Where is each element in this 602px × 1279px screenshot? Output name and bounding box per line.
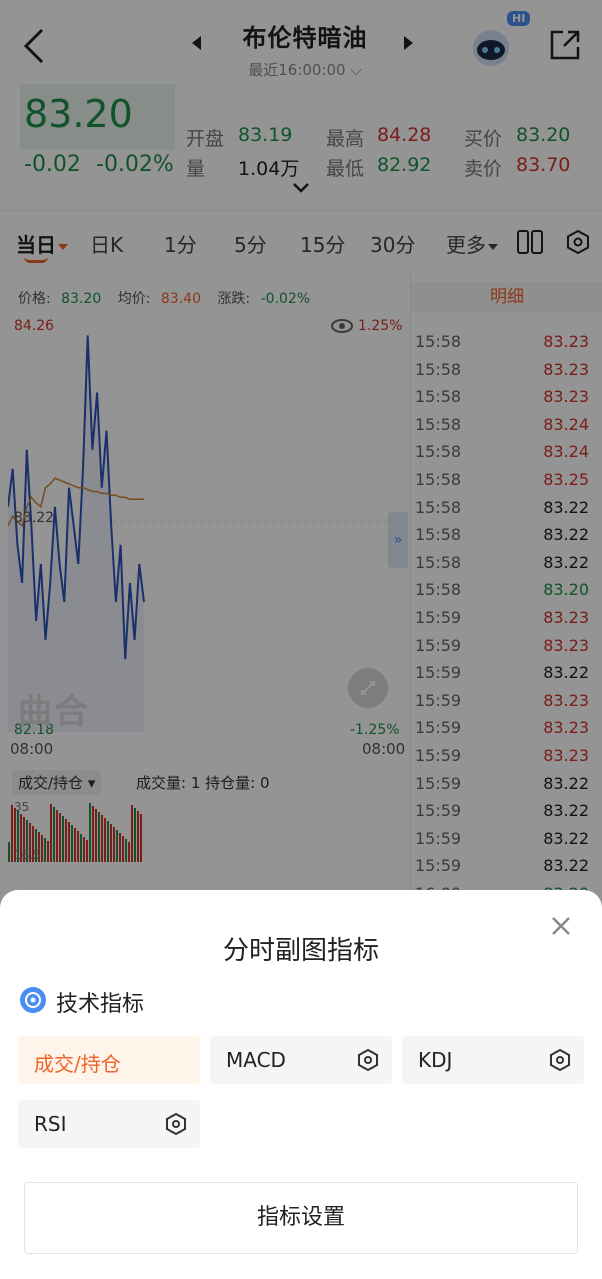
gear-icon[interactable] [164,1112,188,1136]
chip-macd[interactable]: MACD [210,1036,392,1084]
indicator-sheet: 分时副图指标 技术指标 成交/持仓 MACD KDJ RSI 指标设置 [0,890,602,1279]
section-title: 技术指标 [56,992,145,1017]
chip-volume-position[interactable]: 成交/持仓 [18,1036,200,1084]
indicator-settings-button[interactable]: 指标设置 [24,1182,578,1254]
gear-icon[interactable] [356,1048,380,1072]
close-icon[interactable] [549,914,573,938]
chip-rsi[interactable]: RSI [18,1100,200,1148]
chip-kdj[interactable]: KDJ [402,1036,584,1084]
sheet-title: 分时副图指标 [222,936,379,966]
gear-icon[interactable] [548,1048,572,1072]
target-icon [20,987,46,1013]
